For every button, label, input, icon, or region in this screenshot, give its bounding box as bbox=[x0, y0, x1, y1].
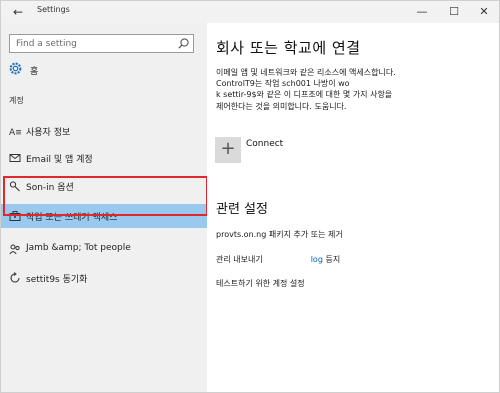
provisioning-package-link[interactable]: provts.on.ng 패키지 추가 또는 제거 bbox=[216, 229, 343, 240]
back-arrow-icon[interactable]: ← bbox=[9, 3, 27, 21]
home-link[interactable]: 홈 bbox=[7, 60, 197, 80]
email-icon bbox=[9, 154, 21, 162]
test-account-setup-link[interactable]: 테스트하기 위한 계정 설정 bbox=[216, 278, 305, 289]
related-settings-title: 관련 설정 bbox=[216, 202, 268, 217]
sidebar-item-email[interactable]: Email 및 앱 계정 bbox=[1, 146, 207, 170]
sync-icon bbox=[10, 272, 20, 283]
svg-text:A≡: A≡ bbox=[9, 128, 21, 137]
title-bar: ← Settings — ☐ ✕ bbox=[1, 1, 499, 23]
sidebar-item-your-info[interactable]: A≡ 사용자 정보 bbox=[1, 119, 207, 143]
people-icon bbox=[9, 244, 20, 255]
page-title: 회사 또는 학교에 연결 bbox=[216, 39, 361, 57]
window-title: Settings bbox=[37, 5, 70, 14]
export-management-log-link[interactable]: 관리 내보내기 log 등지 bbox=[216, 254, 340, 265]
user-info-icon: A≡ bbox=[9, 128, 21, 137]
connect-label[interactable]: Connect bbox=[246, 139, 283, 149]
settings-window: ← Settings — ☐ ✕ Find a setting 홈 계정 A≡ bbox=[0, 0, 500, 393]
sidebar-item-label: settit9s 동기화 bbox=[26, 275, 88, 285]
sidebar-item-sync[interactable]: settit9s 동기화 bbox=[1, 266, 207, 290]
search-icon[interactable] bbox=[177, 37, 190, 50]
sidebar-item-family[interactable]: Jamb &amp; Tot people bbox=[1, 237, 207, 261]
description-line: k settir-9$와 같은 이 디프조에 대한 몇 가지 사항을 bbox=[216, 90, 393, 99]
connect-button[interactable]: + bbox=[215, 137, 241, 163]
minimize-button[interactable]: — bbox=[407, 1, 437, 23]
description-line: 이메일 앱 및 네트워크와 같은 리소스에 액세스합니다. bbox=[216, 68, 396, 77]
export-accent: log bbox=[310, 255, 323, 264]
plus-icon: + bbox=[220, 138, 236, 159]
gear-icon bbox=[9, 62, 22, 75]
home-label: 홈 bbox=[30, 67, 39, 77]
sidebar-item-label: Email 및 앱 계정 bbox=[26, 155, 93, 165]
description-line: ControlT9는 작업 sch001 나방이 wo bbox=[216, 79, 350, 88]
search-placeholder: Find a setting bbox=[16, 39, 77, 49]
description-line: 제어한다는 것을 의미합니다. 도움니다. bbox=[216, 102, 347, 111]
search-input[interactable]: Find a setting bbox=[9, 34, 194, 53]
sidebar-item-label: Jamb &amp; Tot people bbox=[26, 243, 131, 253]
close-button[interactable]: ✕ bbox=[469, 1, 499, 23]
maximize-button[interactable]: ☐ bbox=[439, 1, 469, 23]
sidebar-item-label: 사용자 정보 bbox=[26, 128, 71, 138]
selection-highlight-frame bbox=[3, 176, 208, 216]
main-panel: 회사 또는 학교에 연결 이메일 앱 및 네트워크와 같은 리소스에 액세스합니… bbox=[207, 23, 499, 392]
export-suffix: 등지 bbox=[325, 255, 341, 264]
accounts-section-label: 계정 bbox=[9, 96, 24, 105]
export-prefix: 관리 내보내기 bbox=[216, 255, 263, 264]
